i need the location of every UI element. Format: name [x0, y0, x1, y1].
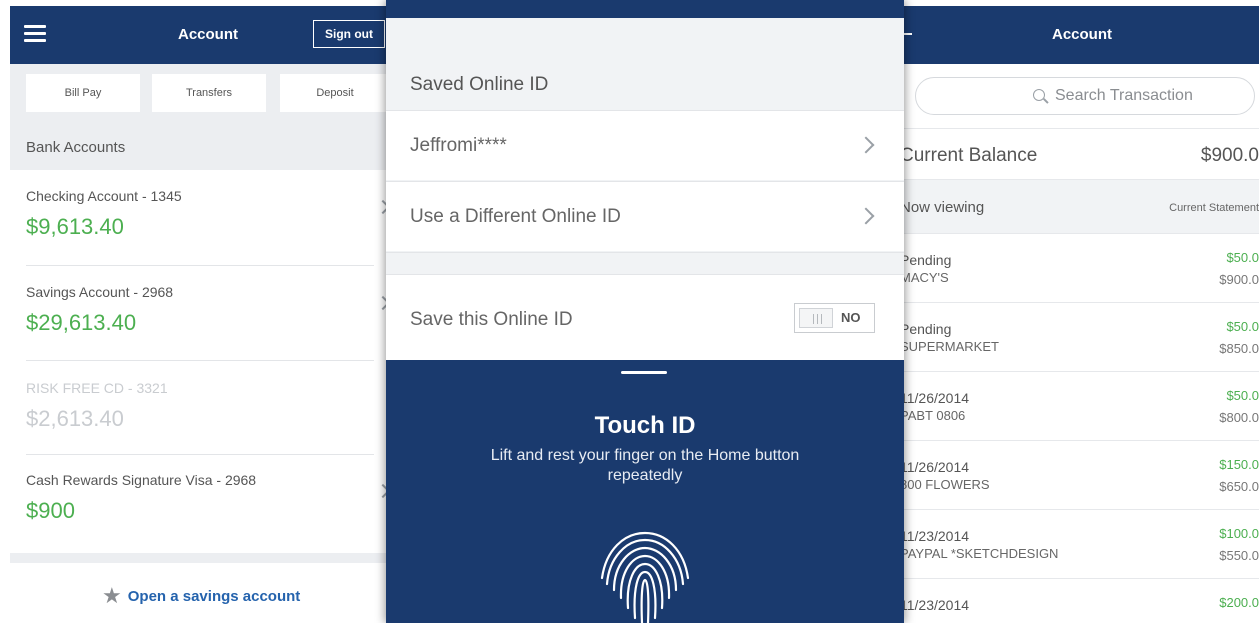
account-balance: $2,613.40: [26, 406, 124, 431]
fingerprint-icon: [600, 531, 690, 623]
search-icon: [1033, 89, 1045, 101]
transaction-date: 11/23/2014: [900, 597, 970, 613]
transaction-merchant: PAYPAL *SKETCHDESIGN: [900, 546, 1059, 561]
account-item-cd: RISK FREE CD - 3321 $2,613.40: [26, 362, 390, 454]
toggle-knob: [799, 308, 833, 328]
section-gap: [10, 553, 390, 563]
sign-out-button[interactable]: Sign out: [313, 20, 385, 48]
account-balance: $900: [26, 498, 75, 523]
search-placeholder: Search Transaction: [1055, 87, 1193, 104]
account-name: Savings Account - 2968: [26, 284, 174, 300]
chevron-right-icon: [857, 136, 875, 154]
transaction-amount: $50.0: [1226, 250, 1259, 265]
transaction-merchant: SUPERMARKET: [900, 339, 999, 354]
transaction-date: Pending: [900, 321, 952, 337]
section-gap: [386, 252, 904, 274]
chevron-right-icon: [857, 207, 875, 225]
open-savings-link[interactable]: ★ Open a savings account: [10, 563, 390, 623]
saved-online-id-header: Saved Online ID: [386, 18, 904, 110]
now-viewing-label: Now viewing: [900, 199, 985, 216]
drag-handle[interactable]: [621, 371, 667, 374]
touch-id-title: Touch ID: [594, 412, 696, 439]
account-item-visa[interactable]: Cash Rewards Signature Visa - 2968 $900: [26, 454, 390, 546]
open-savings-label: Open a savings account: [127, 587, 301, 605]
middle-status-bar: [386, 0, 904, 18]
transaction-amount: $200.0: [1219, 595, 1259, 610]
statement-selector[interactable]: Current Statement: [1169, 202, 1259, 214]
transaction-merchant: MACY'S: [900, 270, 949, 285]
search-transaction-input[interactable]: Search Transaction: [915, 77, 1255, 115]
transaction-merchant: 800 FLOWERS: [900, 477, 990, 492]
transaction-date: Pending: [900, 252, 952, 268]
account-balance: $9,613.40: [26, 214, 124, 239]
right-nav-title: Account: [1052, 26, 1112, 43]
star-icon: ★: [102, 583, 122, 608]
account-overview-screen: Account Sign out Bill Pay Transfers Depo…: [10, 6, 390, 623]
transaction-row[interactable]: Pending MACY'S $50.0 $900.0: [880, 234, 1259, 303]
left-nav-bar: Account Sign out: [10, 6, 390, 64]
transfers-button[interactable]: Transfers: [152, 74, 266, 112]
transaction-balance: $800.0: [1219, 410, 1259, 425]
transaction-date: 11/26/2014: [900, 459, 970, 475]
account-name: Checking Account - 1345: [26, 188, 182, 204]
transaction-amount: $50.0: [1226, 319, 1259, 334]
transaction-row[interactable]: 11/26/2014 800 FLOWERS $150.0 $650.0: [880, 441, 1259, 510]
saved-id-row[interactable]: Jeffromi****: [386, 110, 904, 180]
menu-icon[interactable]: [24, 25, 46, 43]
transaction-amount: $50.0: [1226, 388, 1259, 403]
saved-id-value: Jeffromi****: [410, 135, 507, 156]
save-online-id-row: Save this Online ID NO: [386, 274, 904, 360]
transaction-balance: $850.0: [1219, 341, 1259, 356]
account-item-checking[interactable]: Checking Account - 1345 $9,613.40: [26, 170, 390, 262]
toggle-state: NO: [841, 310, 861, 325]
save-online-id-label: Save this Online ID: [410, 309, 573, 330]
save-online-id-toggle[interactable]: NO: [794, 303, 875, 333]
touch-id-instructions: Lift and rest your finger on the Home bu…: [490, 447, 800, 484]
accounts-list: Checking Account - 1345 $9,613.40 Saving…: [10, 170, 390, 553]
transaction-balance: $900.0: [1219, 272, 1259, 287]
touch-id-sheet: Touch ID Lift and rest your finger on th…: [386, 360, 904, 623]
deposit-button[interactable]: Deposit: [280, 74, 390, 112]
transaction-row[interactable]: Pending SUPERMARKET $50.0 $850.0: [880, 303, 1259, 372]
different-id-label: Use a Different Online ID: [410, 206, 621, 227]
transaction-merchant: PABT 0806: [900, 408, 966, 423]
transaction-amount: $100.0: [1219, 526, 1259, 541]
account-balance: $29,613.40: [26, 310, 137, 335]
transaction-date: 11/23/2014: [900, 528, 970, 544]
bill-pay-button[interactable]: Bill Pay: [26, 74, 140, 112]
bank-accounts-header: Bank Accounts: [26, 139, 126, 156]
account-name: Cash Rewards Signature Visa - 2968: [26, 472, 257, 488]
left-nav-title: Account: [178, 26, 238, 43]
transaction-amount: $150.0: [1219, 457, 1259, 472]
account-item-savings[interactable]: Savings Account - 2968 $29,613.40: [26, 266, 390, 358]
current-balance-label: Current Balance: [900, 145, 1038, 166]
account-name: RISK FREE CD - 3321: [26, 380, 168, 396]
now-viewing-row[interactable]: Now viewing Current Statement: [880, 180, 1259, 234]
saved-online-id-label: Saved Online ID: [410, 74, 549, 95]
current-balance-row: Current Balance $900.0: [880, 128, 1259, 180]
divider: [26, 360, 374, 361]
transaction-row[interactable]: 11/26/2014 PABT 0806 $50.0 $800.0: [880, 372, 1259, 441]
current-balance-value: $900.0: [1200, 145, 1259, 166]
transaction-balance: $550.0: [1219, 548, 1259, 563]
transaction-balance: $650.0: [1219, 479, 1259, 494]
transactions-screen: Account Search Transaction Current Balan…: [880, 6, 1259, 623]
right-nav-bar: Account: [880, 6, 1259, 64]
transaction-date: 11/26/2014: [900, 390, 970, 406]
sign-in-screen: Saved Online ID Jeffromi**** Use a Diffe…: [386, 0, 904, 623]
transaction-row[interactable]: 11/23/2014 PAYPAL *SKETCHDESIGN $100.0 $…: [880, 510, 1259, 579]
transaction-row[interactable]: 11/23/2014 $200.0: [880, 579, 1259, 623]
different-id-row[interactable]: Use a Different Online ID: [386, 181, 904, 251]
